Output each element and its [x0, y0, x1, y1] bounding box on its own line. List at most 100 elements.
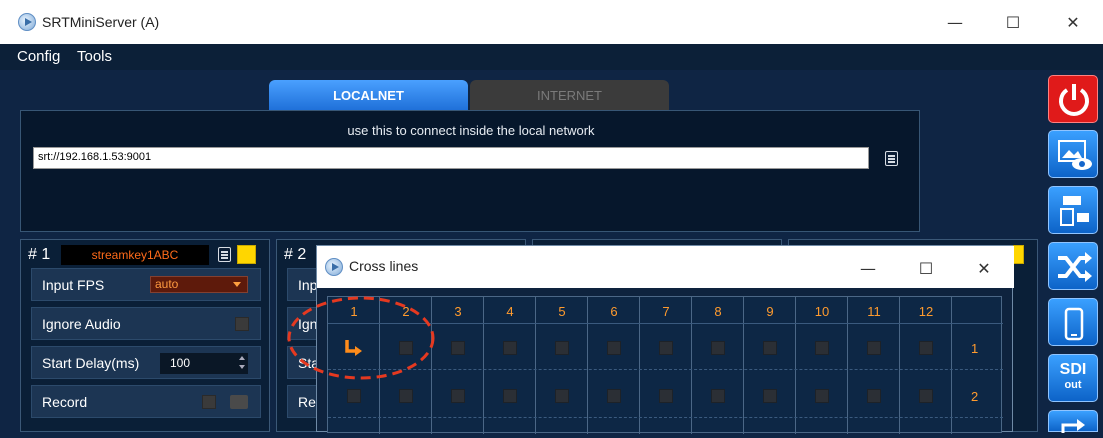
route-cell[interactable]: [451, 389, 465, 403]
copy-key-icon[interactable]: [218, 247, 231, 262]
dialog-title: Cross lines: [349, 258, 419, 274]
row-number: 2: [971, 389, 979, 404]
shuffle-icon: [1058, 252, 1092, 282]
minimize-button[interactable]: —: [932, 0, 978, 44]
app-icon: [18, 13, 36, 31]
route-cell[interactable]: [815, 341, 829, 355]
record-checkbox[interactable]: [202, 395, 216, 409]
window-title: SRTMiniServer (A): [42, 14, 160, 30]
dialog-title-bar: Cross lines — ☐ ✕: [317, 246, 1014, 288]
camera-screen-button[interactable]: [1048, 186, 1098, 234]
grid-column: 6: [588, 297, 640, 434]
copy-icon[interactable]: [885, 151, 898, 166]
grid-column: 7: [640, 297, 692, 434]
column-header: 10: [814, 304, 830, 319]
route-cell[interactable]: [503, 389, 517, 403]
route-cell[interactable]: [607, 389, 621, 403]
menu-config[interactable]: Config: [17, 48, 60, 65]
menu-tools[interactable]: Tools: [77, 48, 112, 65]
title-bar: SRTMiniServer (A) — ☐ ✕: [0, 0, 1103, 44]
row-number: 1: [971, 341, 979, 356]
column-header: 12: [918, 304, 934, 319]
highlight-ring: [287, 296, 435, 380]
grid-column: 8: [692, 297, 744, 434]
grid-column: 5: [536, 297, 588, 434]
ignore-audio-label: Ignore Audio: [42, 316, 121, 332]
close-button[interactable]: ✕: [1050, 0, 1096, 44]
route-cell[interactable]: [347, 389, 361, 403]
record-row: Record: [31, 385, 261, 418]
share-icon: [1061, 419, 1085, 433]
sdi-out-button[interactable]: SDI out: [1048, 354, 1098, 402]
route-cell[interactable]: [867, 389, 881, 403]
share-button[interactable]: [1048, 410, 1098, 433]
camera-screen-icon: [1060, 196, 1089, 226]
route-cell[interactable]: [763, 341, 777, 355]
cross-lines-grid: 1 2 3 4 5 6 7 8 9 10 11 12 1 2: [287, 296, 1003, 434]
dialog-minimize-button[interactable]: —: [845, 246, 891, 290]
route-cell[interactable]: [607, 341, 621, 355]
input-fps-row: Input FPS auto: [31, 268, 261, 301]
route-cell[interactable]: [555, 389, 569, 403]
column-header: 7: [662, 304, 670, 319]
connection-hint: use this to connect inside the local net…: [347, 123, 595, 138]
stream-key-field[interactable]: streamkey1ABC: [61, 245, 209, 265]
grid-column: 4: [484, 297, 536, 434]
cross-lines-dialog: Cross lines — ☐ ✕ 1 2 3 4 5 6 7 8 9 10 11 12 1 2: [287, 245, 1014, 434]
record-folder-button[interactable]: [230, 395, 248, 409]
dialog-maximize-button[interactable]: ☐: [903, 246, 949, 290]
column-header: 11: [867, 304, 881, 319]
start-delay-spinbox[interactable]: 100: [160, 353, 248, 374]
record-label: Record: [42, 394, 88, 410]
route-cell[interactable]: [711, 389, 725, 403]
route-cell[interactable]: [451, 341, 465, 355]
srt-url-field[interactable]: srt://192.168.1.53:9001: [33, 147, 869, 169]
route-cell[interactable]: [763, 389, 777, 403]
start-delay-label: Start Delay(ms): [42, 355, 140, 371]
menu-bar: Config Tools: [0, 44, 1103, 70]
app-icon: [325, 258, 343, 276]
column-header: 5: [558, 304, 566, 319]
start-delay-row: Start Delay(ms) 100: [31, 346, 261, 379]
route-cell[interactable]: [867, 341, 881, 355]
route-cell[interactable]: [815, 389, 829, 403]
input-fps-label: Input FPS: [42, 277, 105, 293]
status-indicator: [237, 245, 256, 264]
sdi-out-label: out: [1064, 379, 1082, 391]
spin-up-icon[interactable]: [239, 356, 245, 360]
route-cell[interactable]: [919, 389, 933, 403]
cross-lines-button[interactable]: [1048, 242, 1098, 290]
power-button[interactable]: [1048, 75, 1098, 123]
spin-down-icon[interactable]: [239, 365, 245, 369]
route-cell[interactable]: [711, 341, 725, 355]
route-cell[interactable]: [659, 341, 673, 355]
grid-column: 12: [900, 297, 952, 434]
dialog-close-button[interactable]: ✕: [961, 246, 1007, 290]
route-cell[interactable]: [503, 341, 517, 355]
preview-button[interactable]: [1048, 130, 1098, 178]
maximize-button[interactable]: ☐: [990, 0, 1036, 44]
route-cell[interactable]: [659, 389, 673, 403]
stream-panel-1: # 1 streamkey1ABC Input FPS auto Ignore …: [20, 239, 270, 432]
tab-localnet[interactable]: LOCALNET: [269, 80, 468, 111]
panel-number: # 2: [284, 246, 307, 263]
route-cell[interactable]: [555, 341, 569, 355]
mobile-button[interactable]: [1048, 298, 1098, 346]
image-eye-icon: [1058, 140, 1092, 170]
grid-column: 9: [744, 297, 796, 434]
ignore-audio-row: Ignore Audio: [31, 307, 261, 340]
grid-column: 11: [848, 297, 900, 434]
input-fps-select[interactable]: auto: [150, 276, 248, 293]
column-header: 9: [766, 304, 774, 319]
panel-number: # 1: [28, 246, 51, 263]
tab-internet[interactable]: INTERNET: [470, 80, 669, 111]
mobile-phone-icon: [1064, 307, 1084, 341]
route-cell[interactable]: [919, 341, 933, 355]
row-separator: [328, 417, 1003, 418]
ignore-audio-checkbox[interactable]: [235, 317, 249, 331]
input-fps-value: auto: [155, 277, 179, 291]
record-label: Re: [298, 394, 316, 410]
sdi-label: SDI: [1059, 361, 1087, 378]
route-cell[interactable]: [399, 389, 413, 403]
column-header: 6: [610, 304, 618, 319]
